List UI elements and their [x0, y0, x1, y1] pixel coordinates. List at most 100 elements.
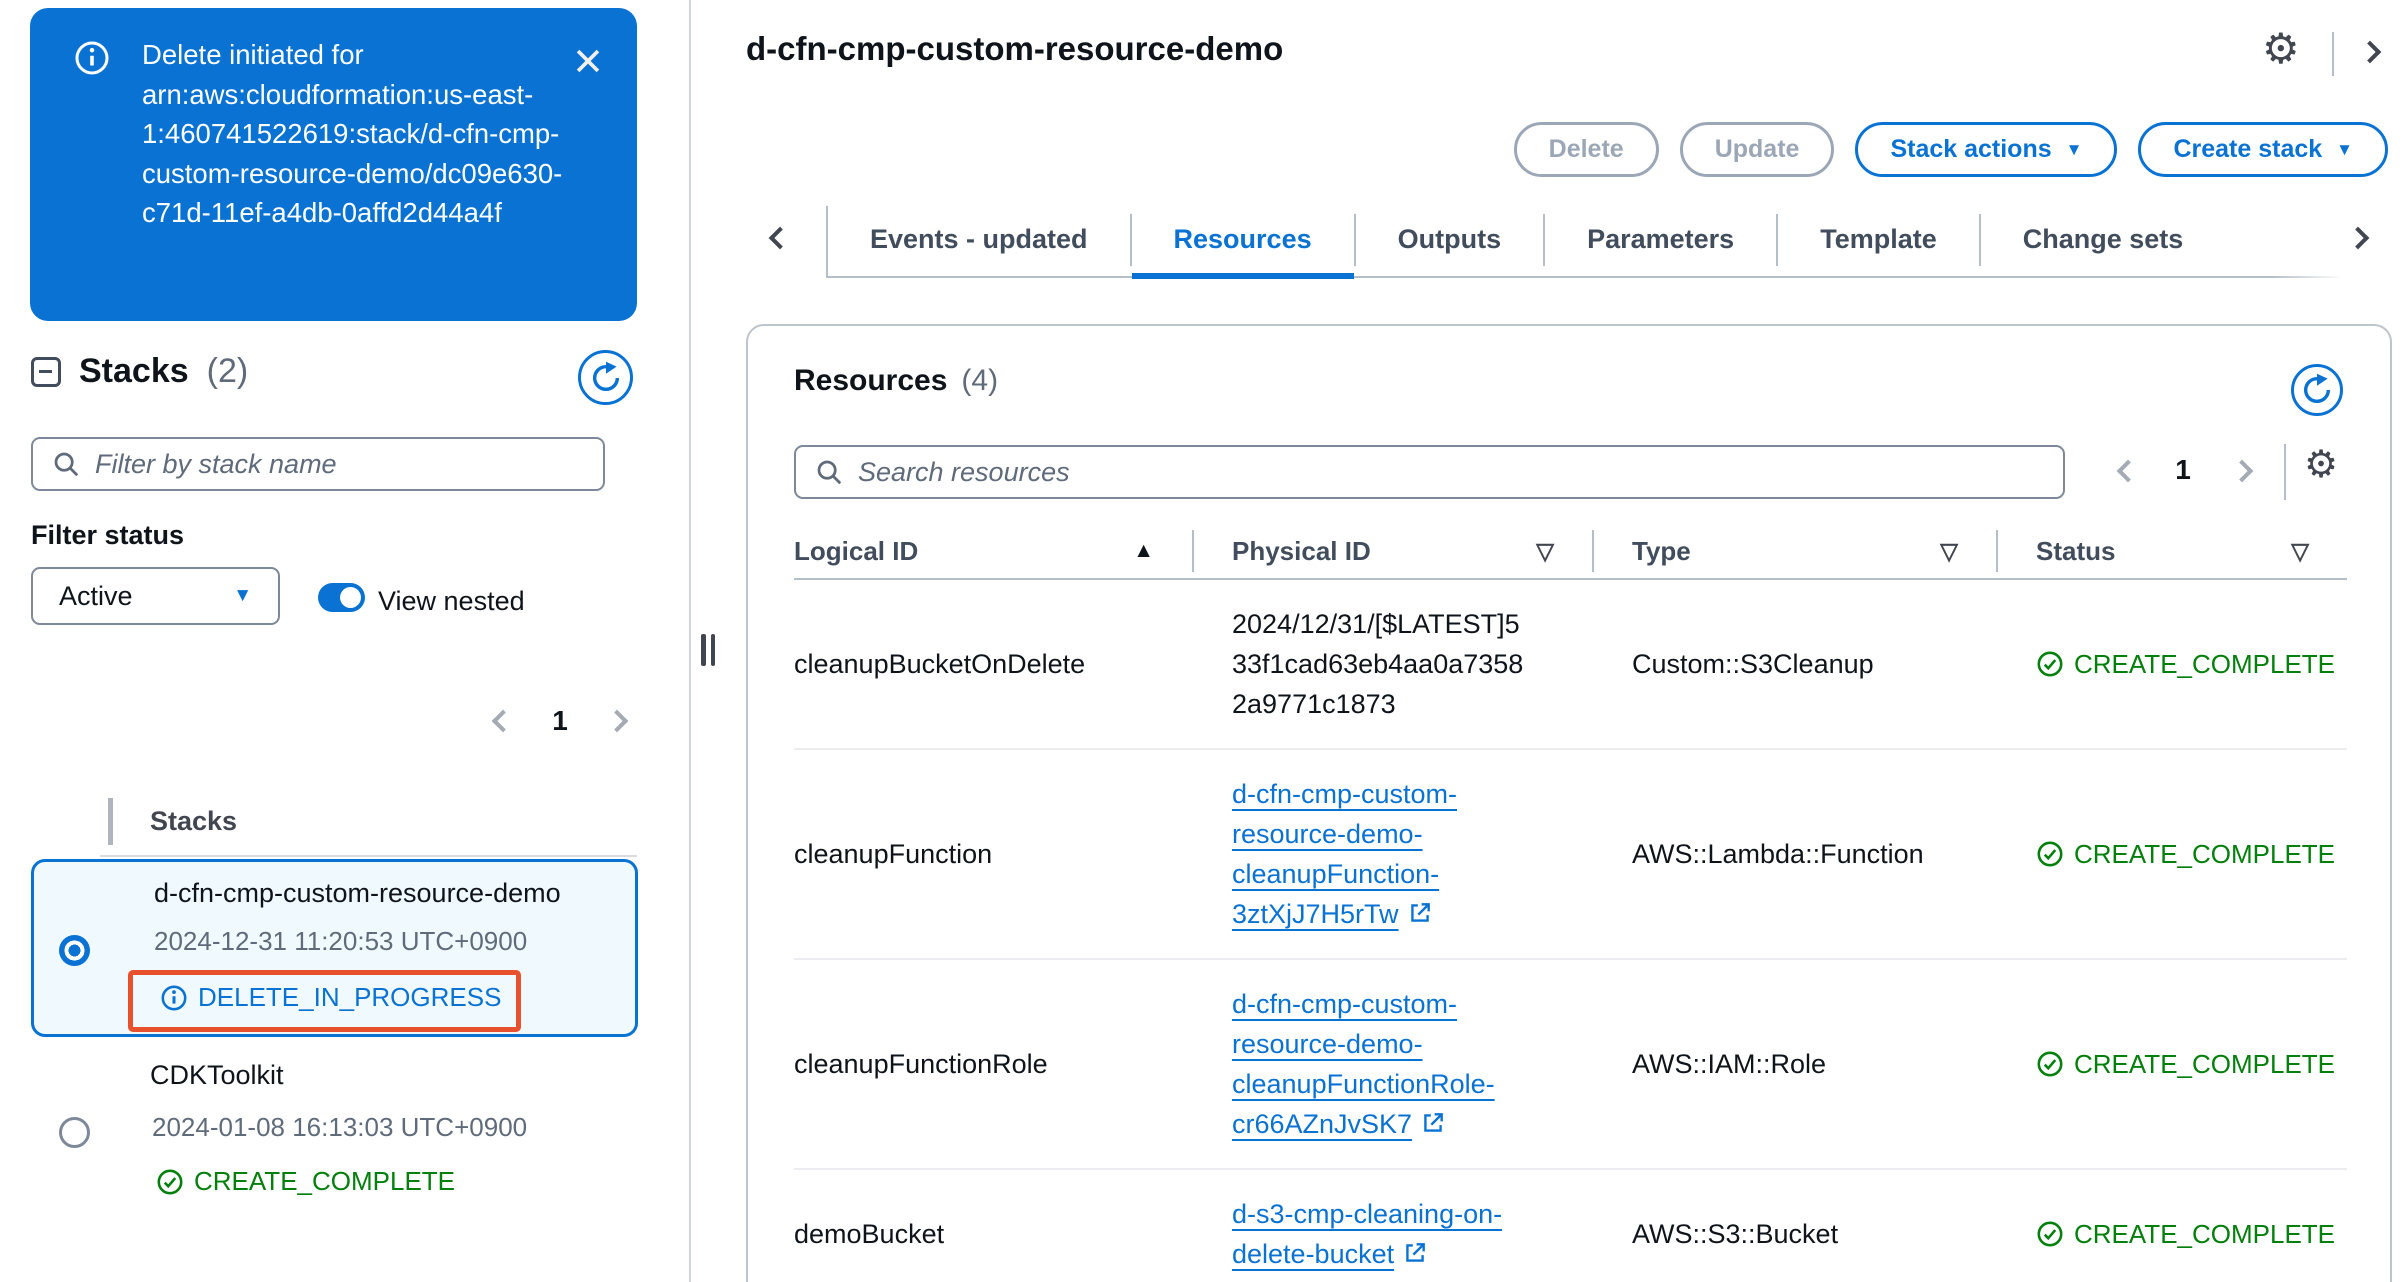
tab-template[interactable]: Template	[1778, 203, 1979, 277]
stack-name[interactable]: d-cfn-cmp-custom-resource-demo	[154, 878, 561, 909]
tabs-scroll-left-icon[interactable]	[768, 226, 792, 250]
table-row: cleanupFunction d-cfn-cmp-custom-resourc…	[794, 750, 2347, 960]
column-header-logical-id[interactable]: Logical ID ▲	[794, 530, 1194, 572]
stack-status: DELETE_IN_PROGRESS	[160, 982, 501, 1013]
info-icon	[161, 985, 187, 1010]
resources-panel: Resources (4) 1 ⚙ Logical ID ▲	[746, 324, 2392, 1282]
caret-down-icon: ▼	[233, 585, 252, 606]
collapse-panel-icon[interactable]	[31, 356, 61, 387]
sort-toggle-icon: ▽	[1536, 537, 1554, 564]
create-stack-button[interactable]: Create stack ▼	[2138, 122, 2388, 177]
tab-outputs[interactable]: Outputs	[1356, 203, 1543, 277]
sort-toggle-icon: ▽	[1940, 537, 1958, 564]
delete-button-label: Delete	[1548, 135, 1624, 163]
caret-down-icon: ▼	[2065, 139, 2083, 159]
column-header-physical-id[interactable]: Physical ID ▽	[1194, 530, 1594, 572]
table-row: demoBucket d-s3-cmp-cleaning-on-delete-b…	[794, 1170, 2347, 1282]
physical-id-text: d-s3-cmp-cleaning-on-delete-bucket	[1232, 1199, 1503, 1269]
prev-page-icon[interactable]	[2116, 459, 2140, 483]
check-circle-icon	[157, 1169, 183, 1194]
external-link-icon	[1410, 903, 1430, 922]
status-filter-value: Active	[59, 580, 133, 611]
tabs-fade-overlay	[2272, 200, 2402, 280]
open-panel-chevron-icon[interactable]	[2358, 40, 2382, 64]
physical-id-link[interactable]: d-cfn-cmp-custom-resource-demo-cleanupFu…	[1232, 984, 1530, 1144]
sort-toggle-icon: ▽	[2291, 537, 2309, 564]
stack-radio[interactable]	[59, 1117, 90, 1148]
caret-down-icon: ▼	[2336, 139, 2353, 159]
cell-status: CREATE_COMPLETE	[1998, 620, 2347, 708]
table-row: cleanupBucketOnDelete 2024/12/31/[$LATES…	[794, 580, 2347, 750]
tab-change-sets[interactable]: Change sets	[1981, 203, 2226, 277]
cell-status: CREATE_COMPLETE	[1998, 810, 2347, 898]
cell-type: AWS::IAM::Role	[1632, 1049, 1827, 1079]
prev-page-icon[interactable]	[491, 709, 515, 733]
divider	[2284, 444, 2286, 500]
close-icon[interactable]	[571, 44, 605, 78]
cloudformation-console: Delete initiated for arn:aws:cloudformat…	[0, 0, 2402, 1282]
status-text: CREATE_COMPLETE	[2074, 1219, 2336, 1249]
update-button[interactable]: Update	[1679, 122, 1835, 177]
tab-parameters[interactable]: Parameters	[1545, 203, 1776, 277]
resources-count: (4)	[961, 364, 999, 397]
physical-id-text: d-cfn-cmp-custom-resource-demo-cleanupFu…	[1232, 989, 1495, 1139]
stack-actions-button[interactable]: Stack actions ▼	[1855, 122, 2118, 177]
tree-indent-bar	[108, 798, 113, 845]
physical-id-link[interactable]: d-s3-cmp-cleaning-on-delete-bucket	[1232, 1194, 1530, 1274]
stack-detail-tabs: Events - updated Resources Outputs Param…	[828, 203, 2340, 279]
sort-ascending-icon: ▲	[1133, 539, 1154, 562]
external-link-icon	[1424, 1113, 1443, 1132]
column-header-type[interactable]: Type ▽	[1594, 530, 1998, 572]
filter-status-label: Filter status	[31, 520, 185, 550]
cell-type: AWS::S3::Bucket	[1632, 1219, 1839, 1249]
delete-button[interactable]: Delete	[1513, 122, 1659, 177]
cell-logical-id: cleanupBucketOnDelete	[794, 649, 1086, 679]
toast-message: Delete initiated for arn:aws:cloudformat…	[142, 39, 563, 228]
update-button-label: Update	[1714, 135, 1800, 163]
status-text: CREATE_COMPLETE	[2074, 839, 2336, 869]
resources-refresh-button[interactable]	[2291, 364, 2343, 416]
page-title: d-cfn-cmp-custom-resource-demo	[746, 30, 1284, 67]
physical-id-text: 2024/12/31/[$LATEST]533f1cad63eb4aa0a735…	[1232, 609, 1524, 719]
column-header-status[interactable]: Status ▽	[1998, 530, 2347, 572]
table-settings-gear-icon[interactable]: ⚙	[2304, 446, 2338, 484]
stacks-title: Stacks	[79, 352, 189, 390]
cell-type: Custom::S3Cleanup	[1632, 649, 1874, 679]
panel-resize-handle[interactable]	[701, 634, 717, 666]
resources-search-box	[794, 445, 2065, 499]
status-filter-select[interactable]: Active ▼	[31, 567, 280, 625]
next-page-icon[interactable]	[605, 709, 629, 733]
column-label: Physical ID	[1232, 535, 1371, 566]
stack-radio-selected[interactable]	[59, 935, 90, 966]
stack-item-selected[interactable]: d-cfn-cmp-custom-resource-demo 2024-12-3…	[31, 859, 638, 1037]
stack-status: CREATE_COMPLETE	[156, 1166, 455, 1197]
stack-filter-input[interactable]	[95, 448, 585, 480]
create-stack-label: Create stack	[2173, 135, 2323, 163]
physical-id-link[interactable]: d-cfn-cmp-custom-resource-demo-cleanupFu…	[1232, 774, 1530, 934]
stack-name[interactable]: CDKToolkit	[150, 1060, 284, 1091]
stacks-refresh-button[interactable]	[578, 350, 633, 405]
stack-actions-toolbar: Delete Update Stack actions ▼ Create sta…	[1513, 122, 2388, 177]
gear-icon[interactable]: ⚙	[2262, 28, 2300, 70]
refresh-icon	[2304, 373, 2331, 403]
resources-panel-header: Resources (4)	[794, 364, 998, 398]
current-page[interactable]: 1	[2168, 454, 2198, 486]
column-label: Status	[2036, 535, 2116, 566]
next-page-icon[interactable]	[2230, 459, 2254, 483]
check-circle-icon	[2037, 1051, 2063, 1077]
tab-events[interactable]: Events - updated	[828, 203, 1130, 277]
stack-filter-box	[31, 437, 605, 491]
stack-status-text: CREATE_COMPLETE	[194, 1166, 456, 1196]
divider	[100, 855, 637, 857]
cell-type: AWS::Lambda::Function	[1632, 839, 1924, 869]
tab-resources[interactable]: Resources	[1131, 203, 1354, 279]
view-nested-toggle[interactable]	[318, 583, 365, 612]
refresh-icon	[592, 361, 619, 391]
status-text: CREATE_COMPLETE	[2074, 1049, 2336, 1079]
current-page[interactable]: 1	[545, 705, 575, 737]
stacks-pagination: 1	[491, 705, 629, 737]
external-link-icon	[1406, 1243, 1425, 1262]
stacks-count: (2)	[206, 352, 249, 390]
stack-timestamp: 2024-01-08 16:13:03 UTC+0900	[152, 1112, 528, 1142]
resources-search-input[interactable]	[858, 456, 2045, 488]
